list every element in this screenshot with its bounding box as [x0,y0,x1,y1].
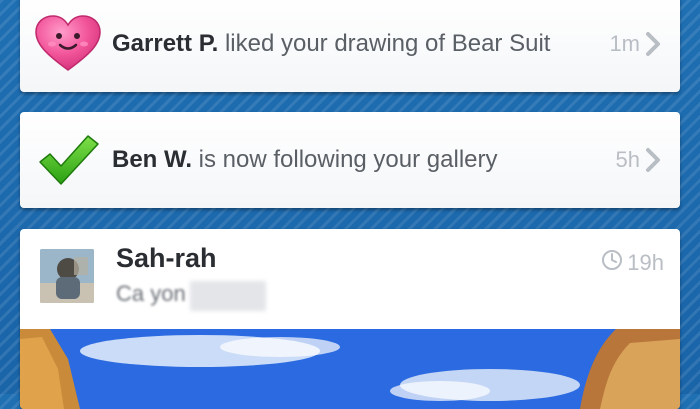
heart-icon [34,14,102,74]
user-name[interactable]: Ben W. [112,146,192,173]
notification-follow[interactable]: Ben W. is now following your gallery 5h [20,112,680,208]
timestamp: 1m [609,31,640,56]
post-caption: Ca yon [116,281,186,306]
user-name[interactable]: Garrett P. [112,30,218,57]
timestamp: 5h [615,147,640,172]
post-author[interactable]: Sah-rah [116,243,217,274]
avatar[interactable] [40,249,94,303]
chevron-right-icon[interactable] [644,31,662,57]
post-card[interactable]: Sah-rah Ca yon 19h [20,229,680,409]
notification-message: liked your drawing of Bear Suit [218,30,551,57]
chevron-right-icon[interactable] [644,147,662,173]
notification-message: is now following your gallery [192,146,498,173]
caption-redaction [190,281,266,311]
checkmark-icon [34,130,102,190]
clock-icon [601,249,623,277]
post-timestamp: 19h [601,249,664,277]
post-image[interactable] [20,329,680,409]
notification-text: Ben W. is now following your gallery [112,146,570,174]
notification-text: Garrett P. liked your drawing of Bear Su… [112,30,570,58]
notification-like[interactable]: Garrett P. liked your drawing of Bear Su… [20,0,680,92]
post-time-label: 19h [627,250,664,275]
